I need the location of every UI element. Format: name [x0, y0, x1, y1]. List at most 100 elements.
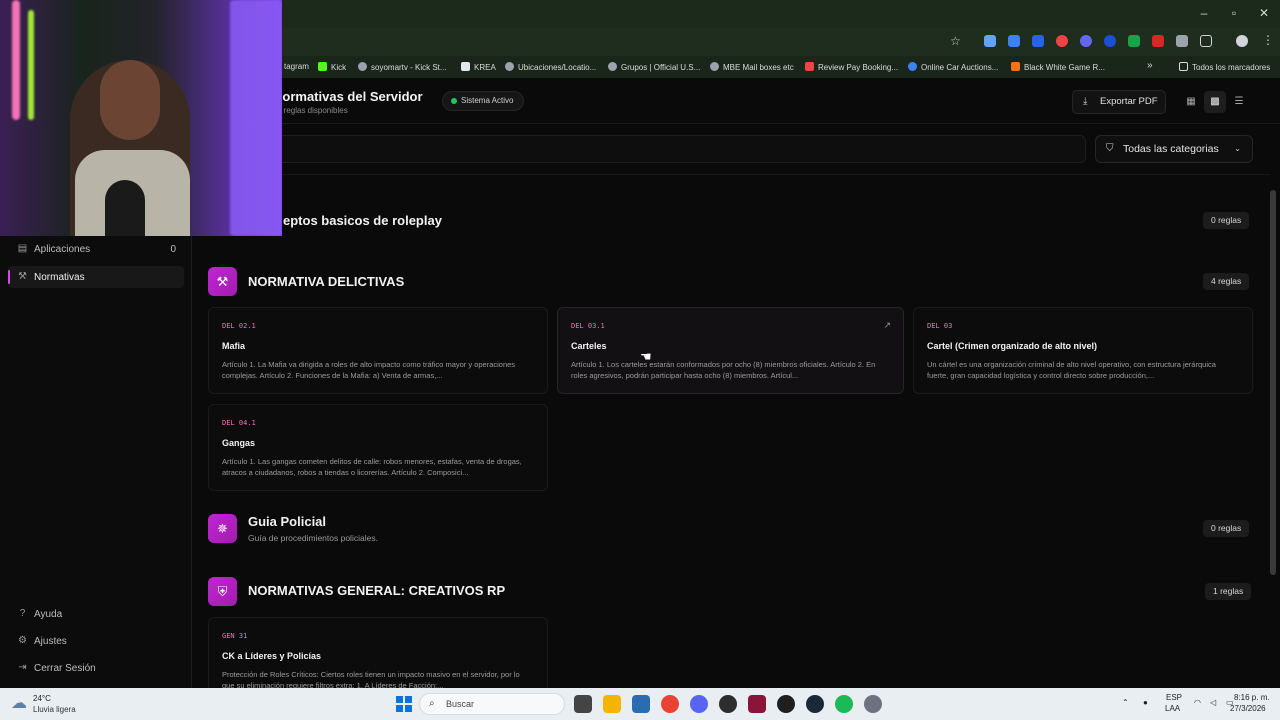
- settings-icon[interactable]: [864, 695, 882, 713]
- sidebar-item-ayuda[interactable]: ? Ayuda: [8, 603, 184, 625]
- adblock-icon[interactable]: [1152, 35, 1164, 47]
- windows-start-icon[interactable]: [396, 696, 412, 712]
- bookmark-item[interactable]: Ubicaciones/Locatio...: [505, 62, 596, 72]
- language-bottom[interactable]: LAA: [1165, 704, 1180, 713]
- weather-temperature[interactable]: 24°C: [33, 694, 51, 703]
- clock-time[interactable]: 8:16 p. m.: [1234, 693, 1270, 702]
- chrome-icon[interactable]: [661, 695, 679, 713]
- rule-title: Mafia: [222, 341, 246, 351]
- cursor-icon: ☚: [640, 349, 652, 364]
- minimize-button[interactable]: –: [1197, 6, 1211, 20]
- bookmark-item[interactable]: Online Car Auctions...: [908, 62, 998, 72]
- app-icon[interactable]: [748, 695, 766, 713]
- extension-icon[interactable]: [1008, 35, 1020, 47]
- rule-card[interactable]: DEL 04.1 Gangas Artículo 1. Las gangas c…: [208, 404, 548, 491]
- export-pdf-button[interactable]: ⤓ Exportar PDF: [1072, 90, 1166, 114]
- search-input[interactable]: [193, 135, 1086, 163]
- steam-icon[interactable]: [806, 695, 824, 713]
- bookmark-label: Ubicaciones/Locatio...: [518, 63, 597, 72]
- section-title: NORMATIVAS GENERAL: CREATIVOS RP: [248, 583, 506, 598]
- clock-date[interactable]: 27/3/2026: [1230, 704, 1266, 713]
- bookmark-item[interactable]: MBE Mail boxes etc: [710, 62, 794, 72]
- extension-icon[interactable]: [1056, 35, 1068, 47]
- rule-description: Artículo 1. Las gangas cometen delitos d…: [222, 457, 522, 477]
- puzzle-icon[interactable]: [1200, 35, 1212, 47]
- rule-card[interactable]: DEL 03.1 ↗ Carteles Artículo 1. Los cart…: [557, 307, 904, 394]
- rule-title: CK a Líderes y Policías: [222, 651, 322, 661]
- sidebar-item-label: Ajustes: [34, 635, 67, 647]
- profile-icon[interactable]: [1236, 35, 1248, 47]
- bookmark-item[interactable]: Review Pay Booking...: [805, 62, 898, 72]
- rule-title: Cartel (Crimen organizado de alto nivel): [927, 341, 1098, 351]
- status-dot: [451, 98, 457, 104]
- bookmark-item[interactable]: KREA: [461, 62, 496, 72]
- page-title: Normativas del Servidor: [273, 89, 423, 104]
- gavel-icon: ⚒: [18, 271, 27, 282]
- rule-description: Artículo 1. La Mafia va dirigida a roles…: [222, 360, 516, 380]
- rule-title: Carteles: [571, 341, 607, 351]
- app-icon[interactable]: [719, 695, 737, 713]
- bookmark-item[interactable]: Black White Game R...: [1011, 62, 1105, 72]
- export-label: Exportar PDF: [1100, 96, 1158, 107]
- rule-code: GEN 31: [222, 632, 248, 640]
- globe-icon: [608, 62, 617, 71]
- spotify-icon[interactable]: [835, 695, 853, 713]
- volume-icon[interactable]: ◁: [1210, 698, 1216, 707]
- close-button[interactable]: ✕: [1257, 6, 1271, 20]
- bookmark-item[interactable]: soyomartv - Kick St...: [358, 62, 447, 72]
- link-icon: [358, 62, 367, 71]
- chevron-up-icon[interactable]: ⌃: [1122, 698, 1129, 707]
- chevron-down-icon: ⌄: [1234, 144, 1241, 153]
- sidebar-item-count: 0: [170, 243, 176, 255]
- more-bookmarks-button[interactable]: »: [1147, 60, 1153, 71]
- filter-icon: ⛉: [1106, 143, 1114, 154]
- bookmark-label: Online Car Auctions...: [921, 63, 999, 72]
- scrollbar[interactable]: [1270, 190, 1276, 575]
- extension-icon[interactable]: [1128, 35, 1140, 47]
- all-bookmarks-button[interactable]: Todos los marcadores: [1179, 62, 1270, 72]
- section-count: 0 reglas: [1203, 212, 1250, 229]
- bookmark-item[interactable]: Grupos | Official U.S...: [608, 62, 700, 72]
- rule-card[interactable]: DEL 03 Cartel (Crimen organizado de alto…: [913, 307, 1253, 394]
- sidebar-item-ajustes[interactable]: ⚙ Ajustes: [8, 630, 184, 652]
- view-list-button[interactable]: ☰: [1228, 91, 1250, 113]
- view-grid-button[interactable]: ▩: [1204, 91, 1226, 113]
- restore-button[interactable]: ▫: [1227, 6, 1241, 20]
- store-icon[interactable]: [632, 695, 650, 713]
- microphone-icon[interactable]: ●: [1143, 698, 1148, 707]
- external-link-icon[interactable]: ↗: [883, 320, 891, 331]
- sidebar-item-normativas[interactable]: ⚒ Normativas: [8, 266, 184, 288]
- cloud-rain-icon[interactable]: ☁: [11, 695, 27, 713]
- rule-card[interactable]: DEL 02.1 Mafia Artículo 1. La Mafia va d…: [208, 307, 548, 394]
- rule-title: Gangas: [222, 438, 256, 448]
- taskbar-search[interactable]: ⌕ Buscar: [419, 693, 565, 715]
- category-select[interactable]: ⛉ Todas las categorias ⌄: [1095, 135, 1253, 163]
- view-large-grid-button[interactable]: ▦: [1180, 91, 1202, 113]
- extension-icon[interactable]: [1080, 35, 1092, 47]
- translate-icon[interactable]: [1032, 35, 1044, 47]
- extension-icon[interactable]: [984, 35, 996, 47]
- language-top[interactable]: ESP: [1166, 693, 1182, 702]
- bookmark-label: soyomartv - Kick St...: [371, 63, 447, 72]
- bookmark-label: Grupos | Official U.S...: [621, 63, 701, 72]
- extension-icon[interactable]: [1176, 35, 1188, 47]
- file-explorer-icon[interactable]: [603, 695, 621, 713]
- menu-icon[interactable]: ⋮: [1262, 33, 1274, 47]
- obs-icon[interactable]: [777, 695, 795, 713]
- sidebar-item-logout[interactable]: ⇥ Cerrar Sesión: [8, 657, 184, 679]
- search-icon: ⌕: [429, 698, 435, 709]
- sidebar-item-label: Aplicaciones: [34, 243, 91, 255]
- webcam-overlay: [0, 0, 282, 236]
- krea-icon: [461, 62, 470, 71]
- rule-card[interactable]: GEN 31 CK a Líderes y Policías Protecció…: [208, 617, 548, 690]
- weather-description[interactable]: Lluvia ligera: [33, 705, 76, 714]
- bookmark-item[interactable]: tagram: [284, 62, 309, 71]
- sidebar-item-aplicaciones[interactable]: ▤ Aplicaciones 0: [8, 238, 184, 260]
- bookmark-item[interactable]: Kick: [318, 62, 346, 72]
- siren-icon: ✵: [208, 514, 237, 543]
- extension-icon[interactable]: [1104, 35, 1116, 47]
- wifi-icon[interactable]: ◠: [1194, 698, 1201, 707]
- task-view-icon[interactable]: [574, 695, 592, 713]
- discord-icon[interactable]: [690, 695, 708, 713]
- star-icon[interactable]: ☆: [950, 35, 961, 47]
